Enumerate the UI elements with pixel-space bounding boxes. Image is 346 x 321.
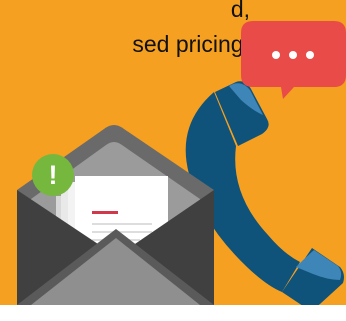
phone-handset-icon bbox=[185, 81, 344, 309]
envelope-icon: ! bbox=[17, 125, 214, 305]
document-sheets bbox=[56, 176, 168, 256]
bottom-strip bbox=[0, 305, 346, 321]
headline-line-1: d, bbox=[230, 0, 250, 22]
headline-text: d, sed pricing. bbox=[0, 0, 250, 62]
alert-mark: ! bbox=[49, 160, 58, 190]
illustration-panel: d, sed pricing. ! bbox=[0, 0, 346, 321]
headline-line-2: sed pricing. bbox=[132, 31, 250, 57]
speech-bubble-icon bbox=[241, 21, 346, 99]
alert-exclamation-icon: ! bbox=[32, 154, 74, 196]
